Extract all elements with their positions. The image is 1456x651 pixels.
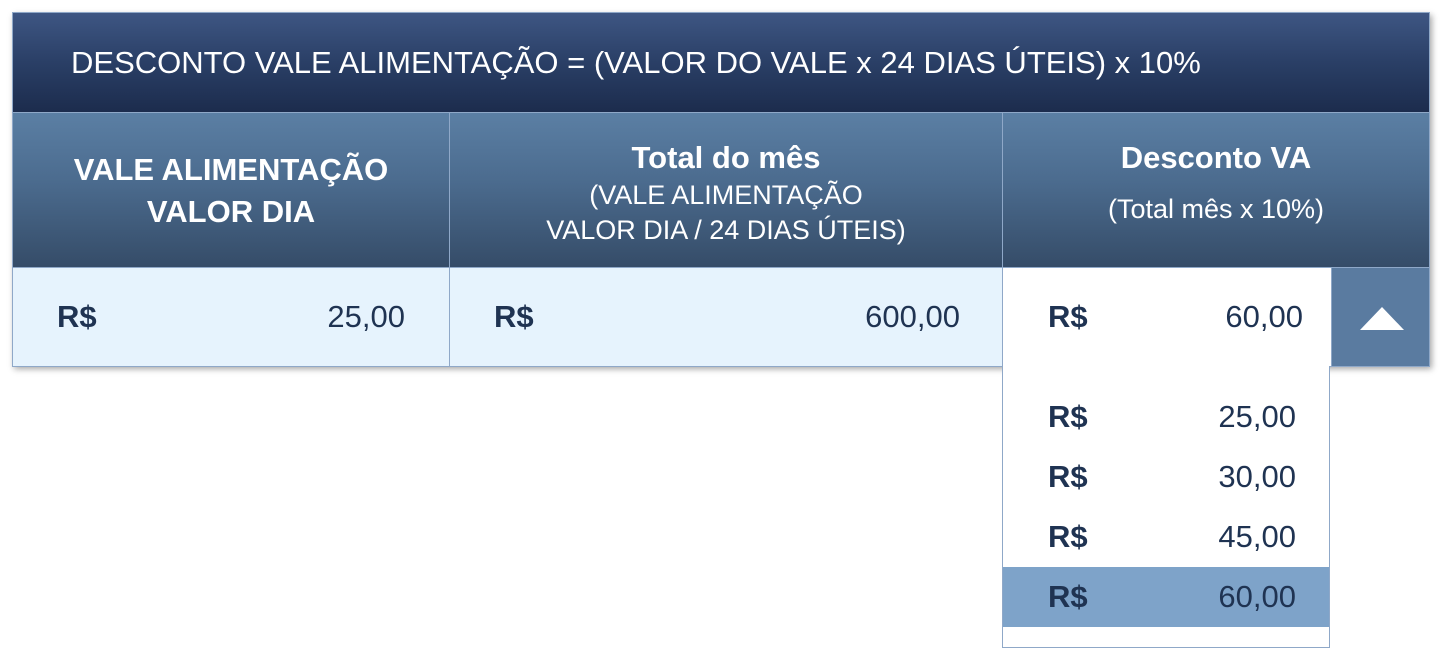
table-header-row: VALE ALIMENTAÇÃO VALOR DIA Total do mês … xyxy=(12,112,1430,267)
dropdown-toggle-button[interactable] xyxy=(1331,268,1429,366)
cell-vale-dia: R$ 25,00 xyxy=(12,267,449,367)
header-vale-dia-line1: VALE ALIMENTAÇÃO xyxy=(73,152,389,187)
dropdown-option-selected[interactable]: R$ 60,00 xyxy=(1003,567,1329,627)
option-currency: R$ xyxy=(1048,459,1088,494)
option-amount: 60,00 xyxy=(1218,579,1296,614)
header-desconto-title: Desconto VA xyxy=(1120,140,1312,175)
select-currency-label: R$ xyxy=(1048,299,1088,334)
header-desconto-sub: (Total mês x 10%) xyxy=(1107,194,1325,224)
select-value-amount: 60,00 xyxy=(1225,299,1303,334)
dropdown-option[interactable]: R$ 30,00 xyxy=(1003,447,1329,507)
cell-total-mes: R$ 600,00 xyxy=(449,267,1002,367)
option-currency: R$ xyxy=(1048,519,1088,554)
header-total-mes-sub1: (VALE ALIMENTAÇÃO xyxy=(589,180,863,210)
header-vale-dia-line2: VALOR DIA xyxy=(146,194,316,229)
option-currency: R$ xyxy=(1048,399,1088,434)
total-mes-amount: 600,00 xyxy=(865,299,960,334)
option-amount: 45,00 xyxy=(1218,519,1296,554)
header-total-mes: Total do mês (VALE ALIMENTAÇÃO VALOR DIA… xyxy=(449,112,1002,267)
currency-label: R$ xyxy=(494,299,534,334)
header-total-mes-sub2: VALOR DIA / 24 DIAS ÚTEIS) xyxy=(546,215,906,245)
currency-label: R$ xyxy=(57,299,97,334)
desconto-dropdown-list: R$ 25,00 R$ 30,00 R$ 45,00 R$ 60,00 xyxy=(1002,366,1330,648)
dropdown-option[interactable]: R$ 45,00 xyxy=(1003,507,1329,567)
table-title: DESCONTO VALE ALIMENTAÇÃO = (VALOR DO VA… xyxy=(12,12,1430,112)
option-amount: 25,00 xyxy=(1218,399,1296,434)
table-data-row: R$ 25,00 R$ 600,00 xyxy=(12,267,1002,367)
header-total-mes-title: Total do mês xyxy=(631,140,821,175)
option-currency: R$ xyxy=(1048,579,1088,614)
dropdown-option[interactable]: R$ 25,00 xyxy=(1003,387,1329,447)
vale-dia-amount: 25,00 xyxy=(327,299,405,334)
header-desconto: Desconto VA (Total mês x 10%) xyxy=(1002,112,1430,267)
header-vale-dia: VALE ALIMENTAÇÃO VALOR DIA xyxy=(12,112,449,267)
desconto-select[interactable]: R$ 60,00 xyxy=(1002,267,1430,367)
option-amount: 30,00 xyxy=(1218,459,1296,494)
triangle-up-icon xyxy=(1360,307,1404,330)
